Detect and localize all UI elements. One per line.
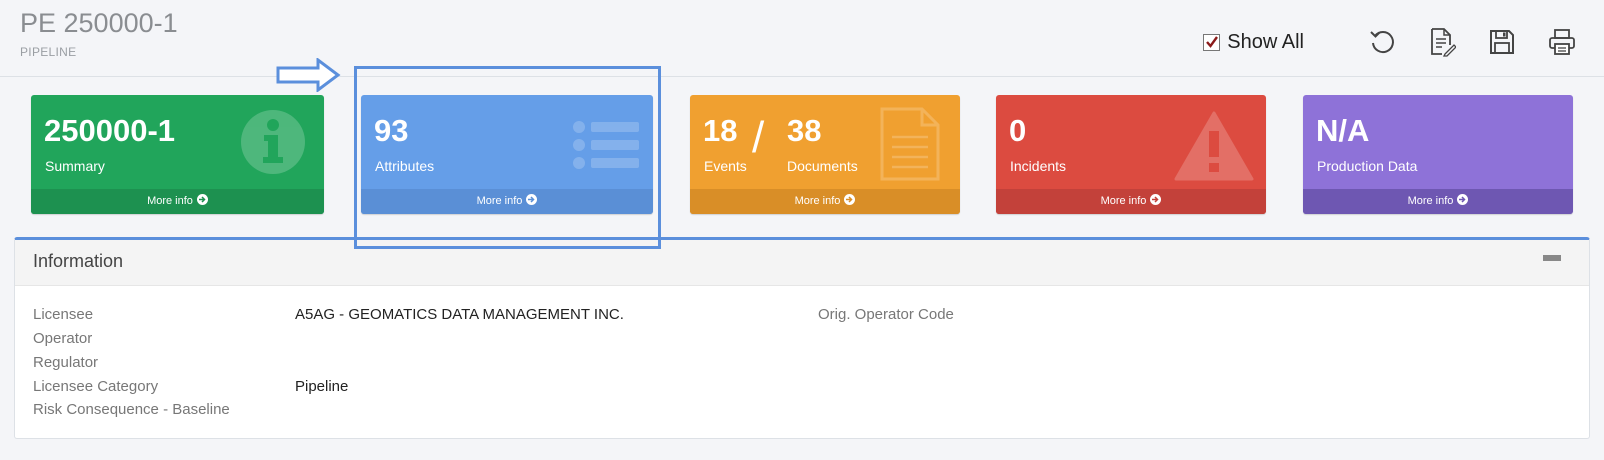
information-panel: Information Licensee A5AG - GEOMATICS DA… <box>14 237 1590 439</box>
field-label-orig-operator-code: Orig. Operator Code <box>818 306 954 323</box>
summary-card[interactable]: 250000-1 Summary More info <box>31 95 324 214</box>
summary-value: 250000-1 <box>44 113 176 148</box>
arrow-circle-right-icon <box>844 194 856 205</box>
incidents-more-info-label: More info <box>1100 195 1147 207</box>
info-icon <box>241 110 305 174</box>
arrow-circle-right-icon <box>526 194 538 205</box>
check-icon <box>1206 35 1219 48</box>
arrow-circle-right-icon <box>1457 194 1469 205</box>
documents-value: 38 <box>787 113 822 148</box>
events-documents-more-info-label: More info <box>794 195 841 207</box>
show-all-toggle[interactable]: Show All <box>1203 31 1304 54</box>
events-documents-separator: / <box>752 113 765 162</box>
arrow-circle-right-icon <box>1150 194 1162 205</box>
field-label-licensee: Licensee <box>33 306 94 323</box>
incidents-card[interactable]: 0 Incidents More info <box>996 95 1266 214</box>
refresh-button[interactable] <box>1362 24 1402 60</box>
attributes-more-info-link[interactable]: More info <box>361 189 653 214</box>
incidents-more-info-link[interactable]: More info <box>996 189 1266 214</box>
print-button[interactable] <box>1542 24 1582 60</box>
page-subtitle: PIPELINE <box>20 45 77 59</box>
events-label: Events <box>704 158 747 174</box>
edit-document-icon <box>1431 28 1456 57</box>
warning-icon <box>1174 111 1254 181</box>
incidents-label: Incidents <box>1010 158 1067 174</box>
attributes-more-info-label: More info <box>476 195 523 207</box>
field-value-licensee-category: Pipeline <box>295 378 349 395</box>
production-value: N/A <box>1316 113 1370 148</box>
production-label: Production Data <box>1317 158 1418 174</box>
field-label-regulator: Regulator <box>33 354 99 371</box>
attributes-card[interactable]: 93 Attributes More info <box>361 95 653 214</box>
information-panel-header: Information <box>15 240 1589 286</box>
field-label-licensee-category: Licensee Category <box>33 378 159 395</box>
save-button[interactable] <box>1482 24 1522 60</box>
information-panel-title: Information <box>33 251 124 271</box>
document-icon <box>880 107 940 181</box>
save-icon <box>1490 30 1514 54</box>
field-label-operator: Operator <box>33 330 93 347</box>
documents-label: Documents <box>787 158 858 174</box>
field-value-licensee: A5AG - GEOMATICS DATA MANAGEMENT INC. <box>295 306 624 323</box>
incidents-value: 0 <box>1009 113 1027 148</box>
list-icon <box>573 121 639 169</box>
production-more-info-label: More info <box>1407 195 1454 207</box>
summary-more-info-link[interactable]: More info <box>31 189 324 214</box>
summary-more-info-label: More info <box>147 195 193 207</box>
show-all-checkbox[interactable] <box>1203 33 1221 51</box>
attributes-value: 93 <box>374 113 409 148</box>
events-documents-card[interactable]: 18 Events / 38 Documents More info <box>690 95 960 214</box>
edit-document-button[interactable] <box>1422 24 1462 60</box>
show-all-label: Show All <box>1227 30 1304 53</box>
arrow-circle-right-icon <box>196 194 208 205</box>
refresh-icon <box>1370 31 1394 54</box>
toolbar: Show All <box>1203 24 1582 60</box>
events-value: 18 <box>703 113 738 148</box>
field-label-risk-consequence: Risk Consequence - Baseline <box>33 401 230 418</box>
print-icon <box>1549 29 1575 55</box>
attributes-label: Attributes <box>375 158 435 174</box>
summary-label: Summary <box>45 158 105 174</box>
events-documents-more-info-link[interactable]: More info <box>690 189 960 214</box>
production-more-info-link[interactable]: More info <box>1303 189 1573 214</box>
collapse-minus-icon[interactable] <box>1543 255 1561 261</box>
annotation-arrow-icon <box>276 58 341 92</box>
page-title: PE 250000-1 <box>20 8 178 38</box>
page-header: PE 250000-1 PIPELINE Show All <box>0 0 1604 77</box>
production-data-card[interactable]: N/A Production Data More info <box>1303 95 1573 214</box>
